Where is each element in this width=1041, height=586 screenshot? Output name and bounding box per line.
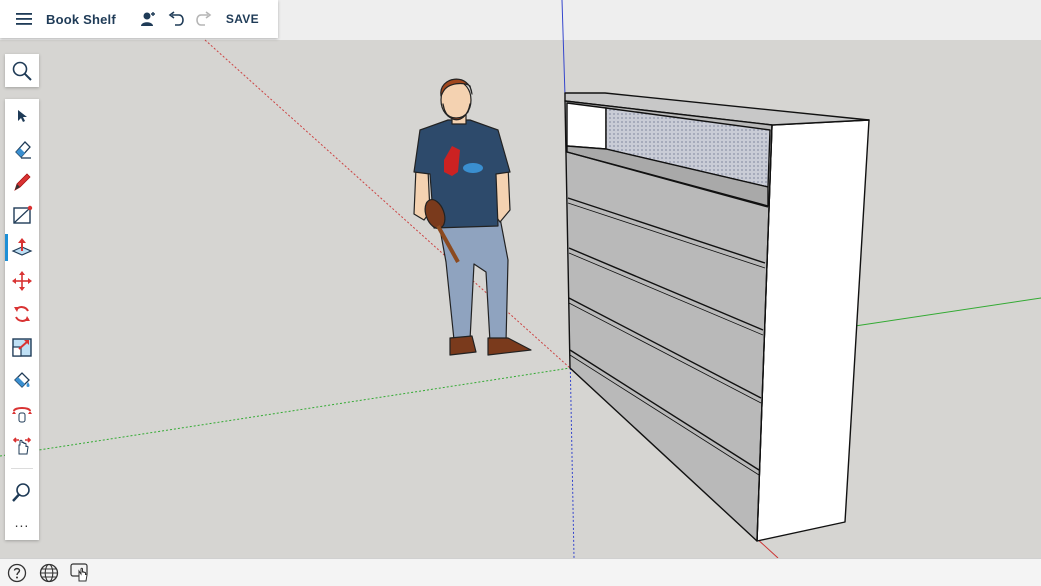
- tool-pan[interactable]: [5, 429, 39, 462]
- push-pull-icon: [11, 237, 33, 256]
- tool-pencil[interactable]: [5, 165, 39, 198]
- tool-scale[interactable]: [5, 330, 39, 363]
- globe-icon: [39, 563, 59, 582]
- tool-zoom[interactable]: [5, 475, 39, 508]
- undo-button[interactable]: [162, 5, 190, 33]
- more-tools-button[interactable]: ...: [5, 508, 39, 541]
- tool-rotate[interactable]: [5, 297, 39, 330]
- status-bar: [0, 558, 1041, 586]
- more-tools-label: ...: [14, 513, 30, 530]
- search-panel: [5, 54, 39, 87]
- zoom-icon: [12, 482, 30, 502]
- orbit-icon: [12, 406, 32, 422]
- rectangle-icon: [13, 205, 33, 224]
- undo-icon: [168, 11, 184, 26]
- save-button[interactable]: SAVE: [226, 12, 259, 26]
- touch-icon: [70, 562, 88, 581]
- tool-rectangle[interactable]: [5, 198, 39, 231]
- user-icon: [140, 12, 155, 26]
- model-viewport[interactable]: [0, 0, 1041, 558]
- share-button[interactable]: [134, 5, 162, 33]
- scale-icon: [12, 337, 32, 357]
- rotate-icon: [14, 305, 30, 322]
- tool-move[interactable]: [5, 264, 39, 297]
- redo-button[interactable]: [190, 5, 218, 33]
- ground: [0, 40, 1041, 558]
- search-icon: [12, 61, 32, 81]
- pencil-icon: [14, 172, 31, 191]
- help-icon: [7, 563, 27, 582]
- tool-paint-bucket[interactable]: [5, 363, 39, 396]
- menu-icon: [16, 13, 32, 25]
- eraser-icon: [15, 140, 31, 159]
- top-toolbar: Book Shelf SAVE: [0, 0, 278, 38]
- tool-panel: ...: [5, 99, 39, 540]
- scene-canvas[interactable]: [0, 0, 1041, 558]
- search-button[interactable]: [5, 54, 39, 87]
- tool-eraser[interactable]: [5, 132, 39, 165]
- tool-orbit[interactable]: [5, 396, 39, 429]
- tool-select[interactable]: [5, 99, 39, 132]
- redo-icon: [196, 11, 212, 26]
- move-icon: [12, 270, 32, 291]
- pan-icon: [12, 436, 32, 454]
- help-button[interactable]: [4, 561, 30, 585]
- touch-mode-button[interactable]: [68, 561, 94, 585]
- menu-button[interactable]: [10, 5, 38, 33]
- toolbar-divider: [11, 468, 33, 469]
- cursor-icon: [18, 109, 27, 122]
- tool-push-pull[interactable]: [5, 231, 39, 264]
- model-title[interactable]: Book Shelf: [46, 12, 116, 27]
- paint-bucket-icon: [14, 371, 30, 388]
- geo-location-button[interactable]: [36, 561, 62, 585]
